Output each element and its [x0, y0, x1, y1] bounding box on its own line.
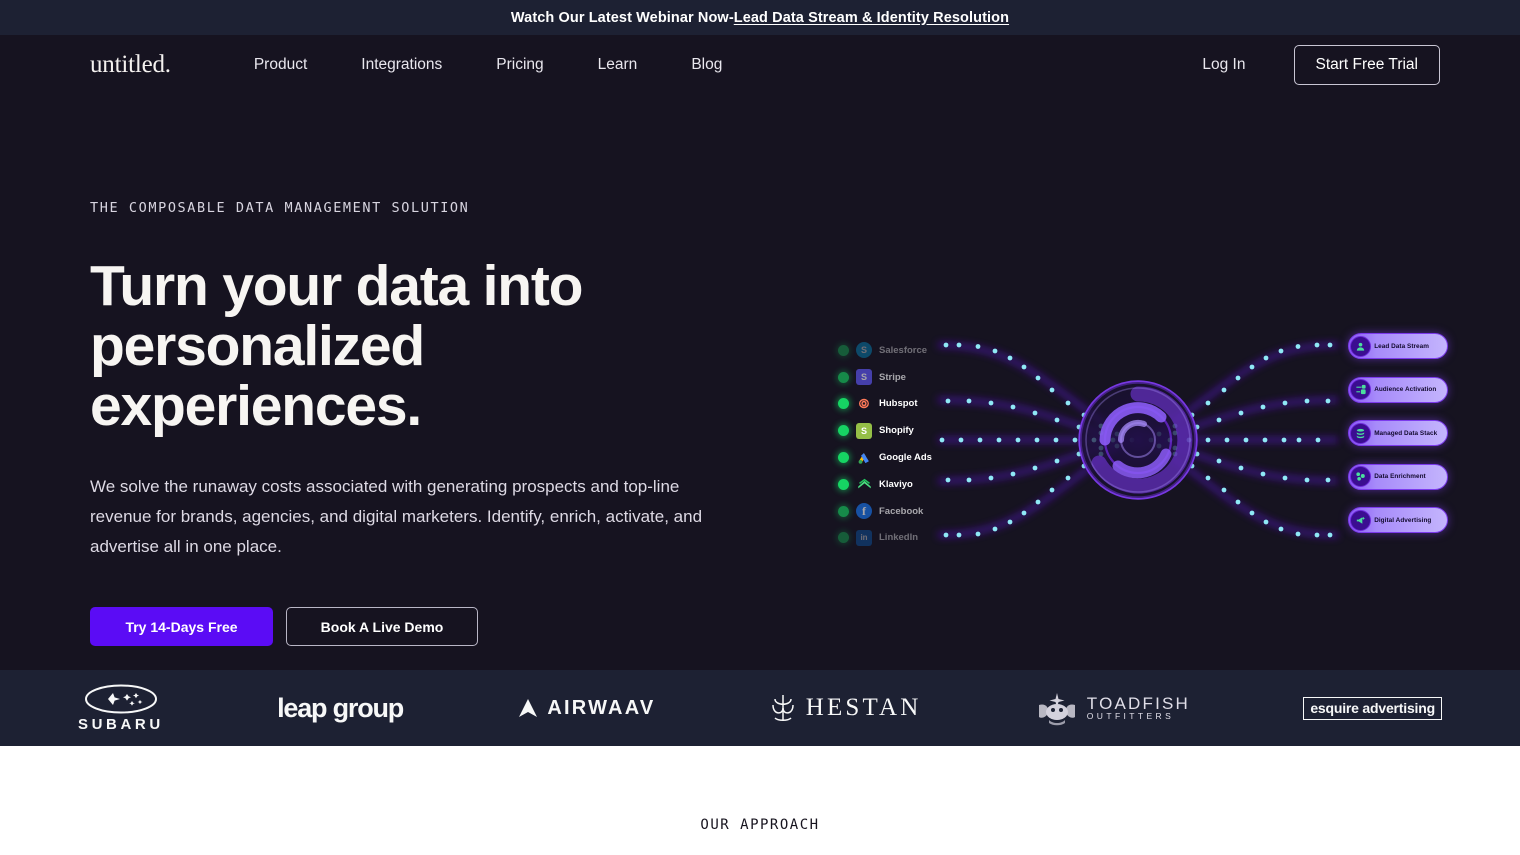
- pill-lead-data-stream[interactable]: Lead Data Stream: [1348, 333, 1448, 359]
- status-dot: [838, 478, 849, 490]
- person-icon: [1350, 335, 1372, 357]
- hero-cta-row: Try 14-Days Free Book A Live Demo: [90, 607, 780, 646]
- start-free-trial-button[interactable]: Start Free Trial: [1293, 45, 1440, 85]
- pill-managed-data-stack[interactable]: Managed Data Stack: [1348, 420, 1448, 446]
- airwaav-wordmark: AIRWAAV: [547, 696, 656, 719]
- status-dot: [838, 532, 849, 544]
- announcement-banner: Watch Our Latest Webinar Now- Lead Data …: [0, 0, 1520, 35]
- login-link[interactable]: Log In: [1202, 56, 1245, 74]
- pill-audience-activation[interactable]: Audience Activation: [1348, 376, 1448, 403]
- customer-logo-strip: SUBARU leap group AIRWAAV HESTAN TOADFIS…: [0, 670, 1520, 746]
- nav-item-pricing[interactable]: Pricing: [469, 56, 570, 74]
- nav-item-integrations[interactable]: Integrations: [334, 56, 469, 74]
- integration-row-salesforce[interactable]: S Salesforce: [838, 337, 958, 364]
- integration-row-shopify[interactable]: S Shopify: [838, 417, 958, 444]
- hero-illustration: S Salesforce S Stripe ⦾ Hubspot S Shopif…: [828, 323, 1448, 558]
- nav-actions: Log In Start Free Trial: [1202, 45, 1440, 85]
- nodes-icon: [1350, 466, 1372, 487]
- hero-eyebrow: THE COMPOSABLE DATA MANAGEMENT SOLUTION: [90, 200, 470, 216]
- logo-leap-group: leap group: [277, 692, 404, 723]
- status-dot: [838, 371, 849, 383]
- integration-label: Klaviyo: [879, 478, 913, 490]
- logo-airwaav: AIRWAAV: [516, 696, 655, 720]
- hubspot-icon: ⦾: [858, 395, 870, 411]
- toadfish-subtitle: OUTFITTERS: [1086, 711, 1175, 722]
- main-navigation: untitled. Product Integrations Pricing L…: [0, 35, 1520, 95]
- nav-item-blog[interactable]: Blog: [664, 56, 749, 74]
- integration-row-facebook[interactable]: f Facebook: [838, 498, 958, 525]
- linkedin-icon: in: [856, 529, 872, 546]
- integration-row-linkedin[interactable]: in LinkedIn: [838, 525, 958, 552]
- klaviyo-icon: [856, 476, 872, 492]
- try-free-button[interactable]: Try 14-Days Free: [90, 607, 273, 646]
- book-demo-button[interactable]: Book A Live Demo: [286, 607, 478, 646]
- integration-label: Stripe: [879, 371, 906, 383]
- nav-item-product[interactable]: Product: [227, 56, 334, 74]
- hestan-wordmark: HESTAN: [805, 694, 922, 721]
- pill-digital-advertising[interactable]: Digital Advertising: [1348, 507, 1448, 533]
- hero-headline: Turn your data into personalized experie…: [90, 254, 583, 438]
- integration-label: Hubspot: [879, 398, 918, 410]
- pill-label: Lead Data Stream: [1374, 342, 1429, 350]
- nav-links: Product Integrations Pricing Learn Blog: [227, 56, 750, 74]
- toadfish-wordmark: TOADFISH: [1086, 693, 1191, 713]
- salesforce-icon: S: [856, 342, 872, 359]
- pill-label: Audience Activation: [1374, 386, 1437, 393]
- status-dot: [838, 452, 849, 464]
- subaru-emblem-icon: [84, 684, 157, 713]
- subaru-wordmark: SUBARU: [78, 715, 164, 733]
- integration-row-google-ads[interactable]: Google Ads: [838, 444, 958, 471]
- hestan-mark-icon: [771, 695, 794, 721]
- esquire-wordmark: esquire advertising: [1303, 696, 1442, 720]
- approach-section: OUR APPROACH: [0, 746, 1520, 855]
- sliders-icon: [1350, 379, 1372, 400]
- integration-row-klaviyo[interactable]: Klaviyo: [838, 471, 958, 498]
- integration-label: Facebook: [879, 505, 924, 517]
- google-ads-icon: [856, 450, 872, 466]
- airwaav-mark-icon: [519, 699, 538, 717]
- integration-row-stripe[interactable]: S Stripe: [838, 364, 958, 391]
- status-dot: [838, 425, 849, 437]
- database-icon: [1350, 422, 1372, 444]
- approach-eyebrow: OUR APPROACH: [700, 817, 820, 833]
- logo-esquire-advertising: esquire advertising: [1303, 696, 1442, 720]
- status-dot: [838, 398, 849, 410]
- logo-subaru: SUBARU: [78, 684, 164, 733]
- status-dot: [838, 505, 849, 517]
- pill-label: Digital Advertising: [1374, 516, 1432, 524]
- status-dot: [838, 344, 849, 356]
- facebook-icon: f: [856, 503, 872, 520]
- megaphone-icon: [1350, 509, 1372, 531]
- central-hub-graphic: [1072, 374, 1204, 506]
- integration-label: Google Ads: [879, 452, 932, 464]
- integrations-list: S Salesforce S Stripe ⦾ Hubspot S Shopif…: [838, 337, 958, 551]
- stripe-icon: S: [856, 369, 872, 386]
- hero-copy: THE COMPOSABLE DATA MANAGEMENT SOLUTION …: [90, 95, 780, 646]
- banner-prefix: Watch Our Latest Webinar Now-: [510, 9, 734, 26]
- integration-label: Salesforce: [879, 344, 928, 356]
- integration-label: Shopify: [879, 425, 914, 437]
- brand-logo[interactable]: untitled.: [90, 51, 171, 79]
- integration-row-hubspot[interactable]: ⦾ Hubspot: [838, 391, 958, 418]
- banner-link[interactable]: Lead Data Stream & Identity Resolution: [734, 10, 1009, 26]
- nav-item-learn[interactable]: Learn: [571, 56, 665, 74]
- hero-subhead: We solve the runaway costs associated wi…: [90, 477, 703, 556]
- logo-toadfish: TOADFISH OUTFITTERS: [1035, 689, 1190, 727]
- hero-section: THE COMPOSABLE DATA MANAGEMENT SOLUTION …: [0, 95, 1520, 670]
- shopify-icon: S: [856, 422, 872, 439]
- pill-label: Managed Data Stack: [1374, 429, 1438, 437]
- pill-data-enrichment[interactable]: Data Enrichment: [1348, 463, 1448, 490]
- logo-hestan: HESTAN: [769, 693, 922, 723]
- integration-label: LinkedIn: [879, 532, 919, 544]
- toadfish-emblem-icon: [1038, 693, 1075, 726]
- output-pills: Lead Data Stream Audience Activation Man…: [1348, 333, 1448, 551]
- pill-label: Data Enrichment: [1374, 473, 1426, 480]
